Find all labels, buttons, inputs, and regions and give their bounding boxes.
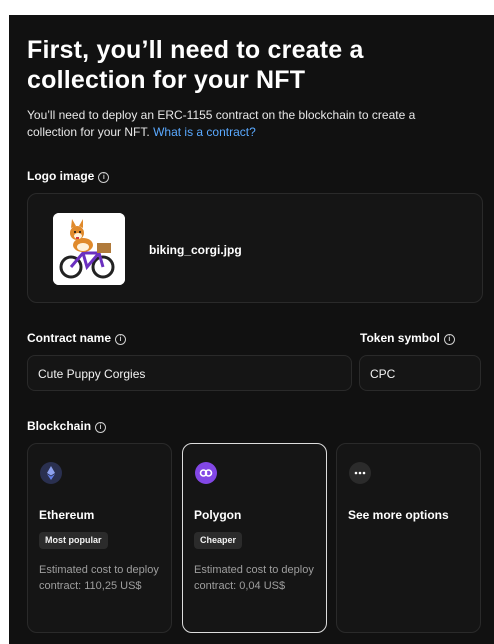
blockchain-option-polygon[interactable]: Polygon Cheaper Estimated cost to deploy… bbox=[182, 443, 327, 633]
page-description: You’ll need to deploy an ERC-1155 contra… bbox=[27, 107, 467, 141]
contract-name-label: Contract name i bbox=[27, 331, 127, 345]
token-symbol-label-text: Token symbol bbox=[360, 331, 440, 345]
polygon-icon bbox=[195, 462, 217, 484]
logo-image-label-text: Logo image bbox=[27, 169, 95, 183]
contract-name-label-text: Contract name bbox=[27, 331, 112, 345]
token-symbol-label: Token symbol i bbox=[360, 331, 455, 345]
page-title: First, you’ll need to create a collectio… bbox=[27, 36, 364, 94]
option-name: Polygon bbox=[194, 508, 242, 522]
option-name: See more options bbox=[348, 508, 449, 522]
blockchain-option-more[interactable]: See more options bbox=[336, 443, 481, 633]
create-collection-panel: First, you’ll need to create a collectio… bbox=[9, 15, 494, 644]
option-badge: Cheaper bbox=[194, 532, 243, 549]
logo-thumbnail bbox=[53, 213, 125, 285]
blockchain-label-text: Blockchain bbox=[27, 419, 92, 433]
more-icon bbox=[349, 462, 371, 484]
option-cost: Estimated cost to deploy contract: 0,04 … bbox=[194, 564, 314, 592]
info-icon[interactable]: i bbox=[95, 422, 107, 433]
contract-name-input[interactable]: Cute Puppy Corgies bbox=[27, 355, 352, 391]
logo-image-label: Logo image i bbox=[27, 169, 110, 183]
info-icon[interactable]: i bbox=[115, 334, 127, 345]
token-symbol-input[interactable]: CPC bbox=[359, 355, 481, 391]
option-cost: Estimated cost to deploy contract: 110,2… bbox=[39, 564, 159, 592]
info-icon[interactable]: i bbox=[98, 172, 110, 183]
option-name: Ethereum bbox=[39, 508, 95, 522]
blockchain-option-ethereum[interactable]: Ethereum Most popular Estimated cost to … bbox=[27, 443, 172, 633]
logo-upload-area[interactable]: biking_corgi.jpg bbox=[27, 193, 483, 303]
blockchain-label: Blockchain i bbox=[27, 419, 107, 433]
ethereum-icon bbox=[40, 462, 62, 484]
option-badge: Most popular bbox=[39, 532, 108, 549]
info-icon[interactable]: i bbox=[443, 334, 455, 345]
what-is-contract-link[interactable]: What is a contract? bbox=[153, 125, 256, 139]
corgi-bike-image bbox=[53, 213, 125, 285]
logo-file-name: biking_corgi.jpg bbox=[149, 243, 242, 257]
